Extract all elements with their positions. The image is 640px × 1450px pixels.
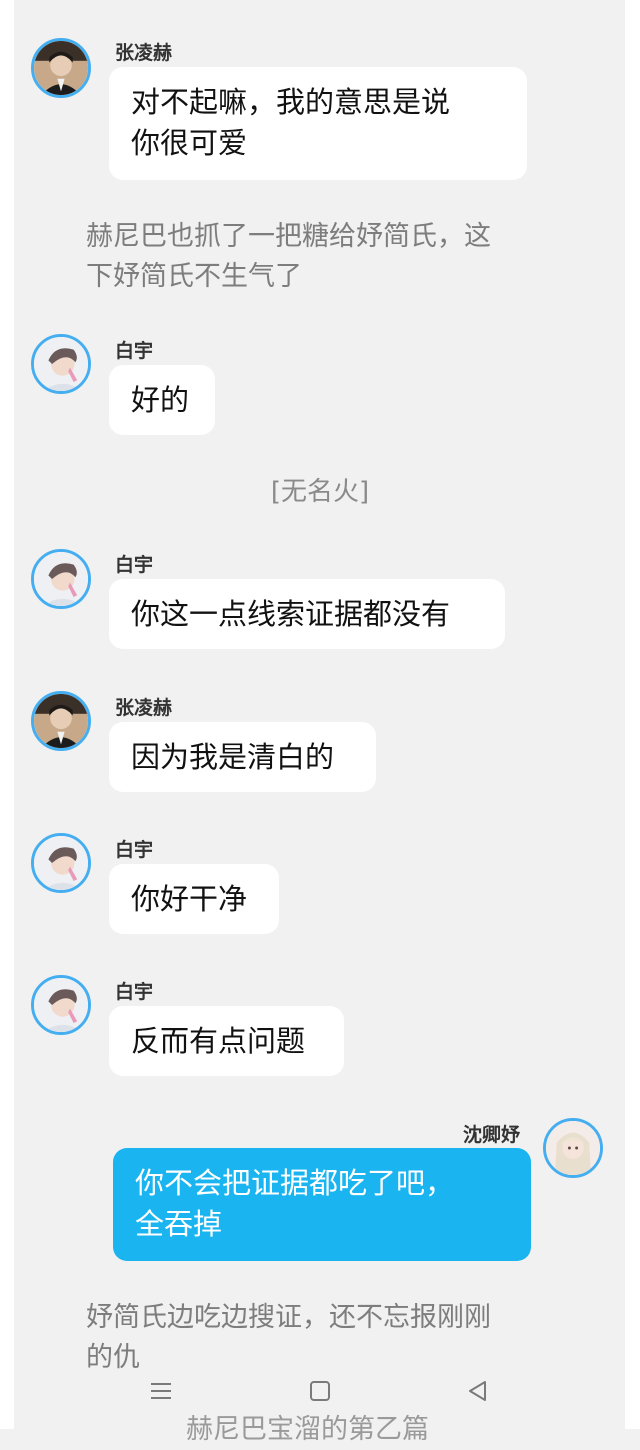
message-bubble[interactable]: 你这一点线索证据都没有 (109, 579, 505, 649)
sender-name: 沈卿妤 (463, 1124, 521, 1146)
emote-label: [无名火] (270, 477, 370, 507)
narration-text: 妤简氏边吃边搜证，还不忘报刚刚 的仇 (86, 1298, 556, 1378)
avatar-image-bai (34, 836, 88, 890)
message-bubble[interactable]: 对不起嘛，我的意思是说 你很可爱 (109, 67, 527, 180)
menu-icon[interactable] (146, 1376, 176, 1406)
avatar-image-bai (34, 552, 88, 606)
message-line: 你好干净 (131, 882, 248, 916)
right-margin (625, 0, 640, 1429)
message-bubble[interactable]: 好的 (109, 365, 215, 435)
avatar-bai[interactable] (31, 334, 91, 394)
message-bubble[interactable]: 因为我是清白的 (109, 722, 376, 792)
sender-name: 白宇 (115, 554, 154, 576)
avatar-image-zhang (34, 694, 88, 748)
sender-name: 张凌赫 (115, 42, 173, 64)
avatar-image-bai (34, 337, 88, 391)
message-line: 对不起嘛，我的意思是说 (131, 85, 451, 119)
avatar-shen[interactable] (543, 1118, 603, 1178)
narration-text: 赫尼巴也抓了一把糖给妤简氏，这 下妤简氏不生气了 (86, 217, 556, 297)
my-message-bubble[interactable]: 你不会把证据都吃了吧， 全吞掉 (113, 1148, 531, 1261)
left-margin (0, 0, 14, 1429)
avatar-bai[interactable] (31, 975, 91, 1035)
cutoff-text: 赫尼巴宝溜的第乙篇 (186, 1414, 429, 1445)
message-line: 因为我是清白的 (131, 740, 335, 774)
narration-line: 妤简氏边吃边搜证，还不忘报刚刚 (86, 1302, 491, 1333)
message-bubble[interactable]: 反而有点问题 (109, 1006, 344, 1076)
narration-line: 赫尼巴也抓了一把糖给妤简氏，这 (86, 221, 491, 252)
avatar-image-shen (546, 1121, 600, 1175)
back-triangle-icon[interactable] (463, 1376, 493, 1406)
avatar-bai[interactable] (31, 549, 91, 609)
avatar-image-bai (34, 978, 88, 1032)
message-line: 反而有点问题 (131, 1024, 306, 1058)
narration-line: 下妤简氏不生气了 (86, 261, 302, 292)
avatar-zhang[interactable] (31, 38, 91, 98)
message-bubble[interactable]: 你好干净 (109, 864, 279, 934)
message-line: 好的 (131, 383, 190, 417)
sender-name: 白宇 (115, 981, 154, 1003)
sender-name: 白宇 (115, 340, 154, 362)
message-line: 你这一点线索证据都没有 (131, 597, 451, 631)
sender-name: 张凌赫 (115, 697, 173, 719)
message-line: 你很可爱 (131, 126, 248, 160)
sender-name: 白宇 (115, 839, 154, 861)
home-square-icon[interactable] (305, 1376, 335, 1406)
avatar-zhang[interactable] (31, 691, 91, 751)
message-line: 你不会把证据都吃了吧， (135, 1166, 455, 1200)
avatar-image-zhang (34, 41, 88, 95)
avatar-bai[interactable] (31, 833, 91, 893)
system-navigation-bar (0, 1372, 640, 1408)
message-line: 全吞掉 (135, 1207, 223, 1241)
